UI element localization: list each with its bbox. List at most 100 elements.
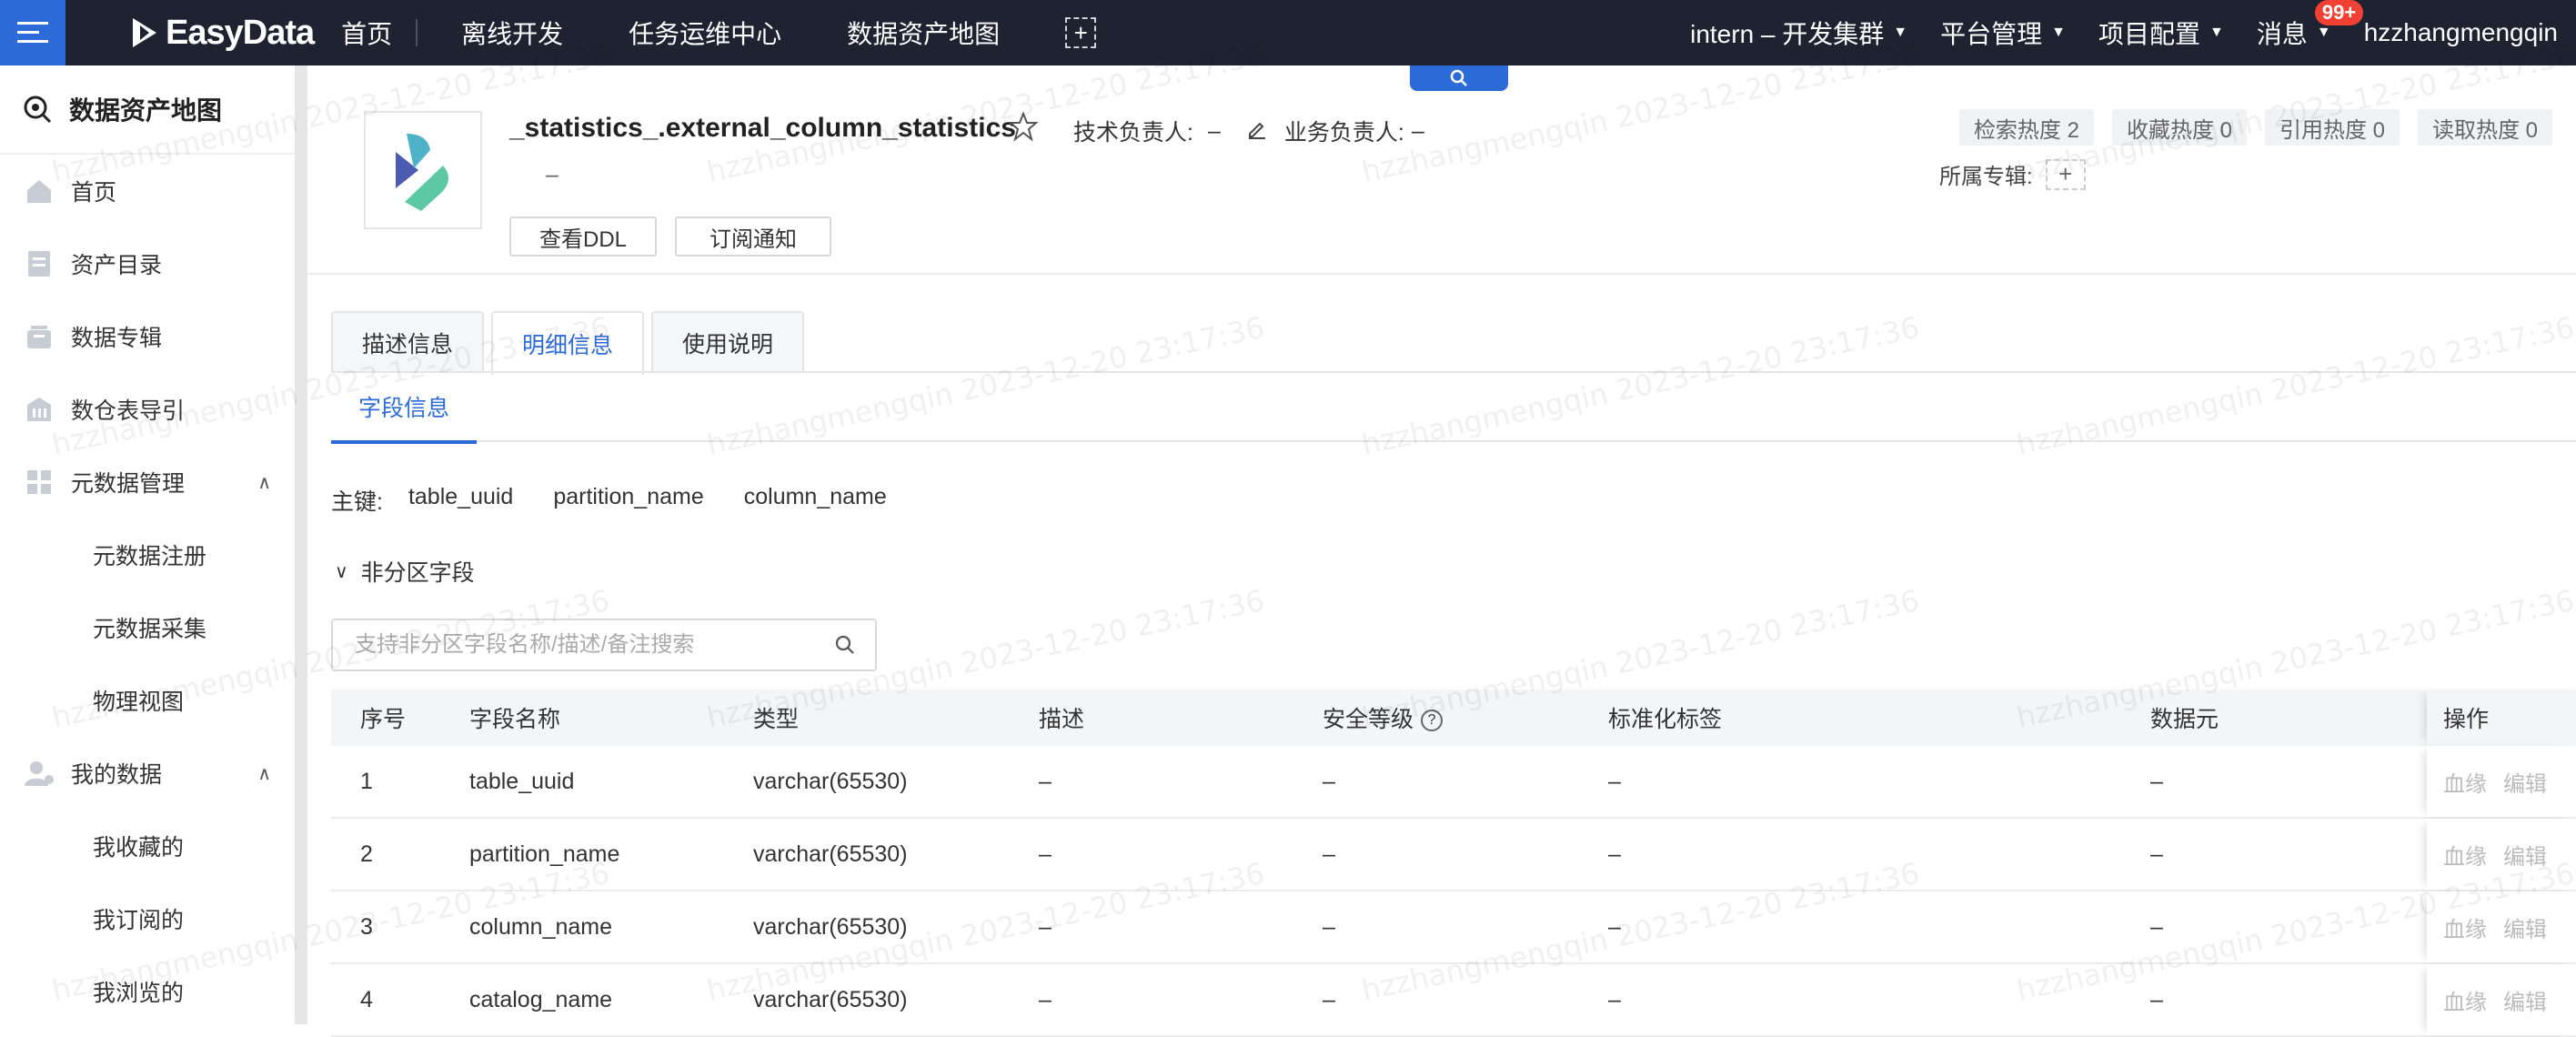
edit-icon[interactable] — [1246, 117, 1268, 146]
cell-data-element: – — [2150, 913, 2163, 940]
lineage-link[interactable]: 血缘 — [2443, 766, 2487, 798]
sidebar-item-warehouse[interactable]: 数仓表导引 — [0, 373, 295, 446]
main-content: _statistics_.external_column_statistics … — [307, 65, 2576, 1037]
cell-tags: – — [1608, 913, 1621, 940]
lineage-link[interactable]: 血缘 — [2443, 911, 2487, 943]
field-search-input[interactable] — [333, 620, 806, 670]
messages-badge: 99+ — [2314, 0, 2364, 25]
sidebar-item-label: 首页 — [71, 180, 117, 206]
column-header: 字段名称 — [469, 707, 561, 732]
table-name: _statistics_.external_column_statistics — [509, 113, 1016, 143]
sidebar-item-label: 资产目录 — [71, 253, 163, 278]
app-logo[interactable]: EasyData — [129, 13, 315, 53]
cell-type: varchar(65530) — [753, 986, 908, 1012]
cell-index: 4 — [360, 986, 373, 1012]
main-nav: 首页 离线开发 任务运维中心 数据资产地图 + — [341, 15, 1097, 51]
stat-reference-heat: 引用热度 0 — [2264, 109, 2400, 146]
top-navbar: EasyData 首页 离线开发 任务运维中心 数据资产地图 + intern … — [0, 0, 2576, 65]
sidebar-item-my-favorites[interactable]: 我收藏的 — [0, 810, 295, 882]
row-actions: 血缘 编辑 — [2427, 746, 2576, 817]
search-icon[interactable] — [833, 633, 857, 661]
edit-link[interactable]: 编辑 — [2503, 839, 2547, 871]
tech-owner-value: – — [1207, 117, 1221, 144]
add-album-button[interactable]: + — [2045, 158, 2086, 190]
menu-toggle-button[interactable] — [0, 0, 65, 65]
platform-label: 平台管理 — [1940, 20, 2043, 48]
album-icon — [24, 321, 55, 352]
nav-divider — [416, 19, 418, 46]
column-header: 类型 — [753, 707, 800, 732]
cell-field-name: catalog_name — [469, 986, 613, 1012]
sidebar-item-my-browsed[interactable]: 我浏览的 — [0, 955, 295, 1028]
warehouse-icon — [24, 394, 55, 425]
asset-map-icon — [24, 96, 52, 124]
messages-label: 消息 — [2256, 20, 2308, 48]
easydata-logo-icon — [133, 18, 156, 47]
section-title: 非分区字段 — [360, 560, 475, 586]
tab-details[interactable]: 明细信息 — [491, 311, 645, 375]
grid-icon — [24, 467, 55, 498]
help-icon[interactable]: ? — [1421, 710, 1444, 732]
lineage-link[interactable]: 血缘 — [2443, 984, 2487, 1016]
sidebar-item-my-subscriptions[interactable]: 我订阅的 — [0, 882, 295, 955]
tab-description[interactable]: 描述信息 — [331, 311, 485, 373]
cell-tags: – — [1608, 841, 1621, 867]
logo-text: EasyData — [166, 13, 315, 52]
cell-field-name: column_name — [469, 913, 613, 940]
chevron-up-icon: ∧ — [257, 763, 271, 784]
cluster-selector[interactable]: intern – 开发集群 ▼ — [1690, 15, 1907, 51]
cell-description: – — [1039, 986, 1052, 1012]
table-row: 2 partition_name varchar(65530) – – – – … — [331, 819, 2576, 891]
lineage-link[interactable]: 血缘 — [2443, 839, 2487, 871]
messages-menu[interactable]: 消息 ▼ 99+ — [2256, 0, 2364, 51]
primary-key-row: 主键: table_uuid partition_name column_nam… — [331, 484, 927, 517]
table-row: 4 catalog_name varchar(65530) – – – – 血缘… — [331, 964, 2576, 1037]
user-menu[interactable]: hzzhangmengqin — [2364, 18, 2558, 47]
sidebar-title: 数据资产地图 — [0, 65, 295, 155]
table-description: – — [546, 162, 558, 187]
catalog-icon — [24, 248, 55, 279]
cell-index: 1 — [360, 768, 373, 794]
edit-link[interactable]: 编辑 — [2503, 984, 2547, 1016]
sidebar-item-catalog[interactable]: 资产目录 — [0, 227, 295, 300]
nav-offline-dev[interactable]: 离线开发 — [461, 15, 563, 51]
subtab-field-info[interactable]: 字段信息 — [331, 373, 477, 444]
table-row: 3 column_name varchar(65530) – – – – 血缘编… — [331, 891, 2576, 964]
fields-table: 序号 字段名称 类型 描述 安全等级? 标准化标签 数据元 操作 1 table… — [331, 690, 2576, 1037]
column-header: 安全等级 — [1323, 707, 1414, 732]
tab-usage[interactable]: 使用说明 — [651, 311, 805, 373]
column-header: 标准化标签 — [1608, 707, 1723, 732]
top-right-menu: intern – 开发集群 ▼ 平台管理 ▼ 项目配置 ▼ 消息 ▼ 99+ hzzhan… — [1657, 0, 2576, 51]
nav-asset-map[interactable]: 数据资产地图 — [847, 15, 1000, 51]
sidebar-group-metadata[interactable]: 元数据管理 ∧ — [0, 446, 295, 518]
table-header: 序号 字段名称 类型 描述 安全等级? 标准化标签 数据元 操作 — [331, 690, 2576, 746]
sidebar-item-metadata-collect[interactable]: 元数据采集 — [0, 591, 295, 664]
caret-down-icon: ▼ — [2209, 25, 2224, 40]
nav-task-ops[interactable]: 任务运维中心 — [629, 15, 781, 51]
stat-search-heat: 检索热度 2 — [1958, 109, 2094, 146]
nav-home[interactable]: 首页 — [341, 15, 392, 51]
table-thumbnail — [364, 111, 482, 229]
sidebar-group-my-data[interactable]: 我的数据 ∧ — [0, 737, 295, 810]
owner-info: 技术负责人: – 业务负责人: – — [1073, 115, 1424, 147]
edit-link[interactable]: 编辑 — [2503, 766, 2547, 798]
stat-favorite-heat: 收藏热度 0 — [2111, 109, 2247, 146]
favorite-star-icon[interactable] — [1008, 111, 1039, 146]
table-logo-icon — [396, 134, 449, 211]
subscribe-button[interactable]: 订阅通知 — [675, 216, 831, 257]
project-menu[interactable]: 项目配置 ▼ — [2098, 15, 2224, 51]
platform-menu[interactable]: 平台管理 ▼ — [1940, 15, 2066, 51]
view-ddl-button[interactable]: 查看DDL — [509, 216, 657, 257]
sidebar-item-metadata-register[interactable]: 元数据注册 — [0, 518, 295, 591]
sidebar-item-physical-view[interactable]: 物理视图 — [0, 664, 295, 737]
edit-link[interactable]: 编辑 — [2503, 911, 2547, 943]
sidebar-item-album[interactable]: 数据专辑 — [0, 300, 295, 373]
non-partition-section-toggle[interactable]: ∨ 非分区字段 — [335, 555, 475, 588]
sidebar-item-home[interactable]: 首页 — [0, 155, 295, 227]
cell-tags: – — [1608, 768, 1621, 794]
caret-down-icon: ▼ — [2316, 25, 2331, 40]
plus-dashed-icon[interactable]: + — [1065, 17, 1097, 48]
biz-owner-value: – — [1411, 117, 1424, 144]
cell-type: varchar(65530) — [753, 768, 908, 794]
primary-key-field: column_name — [743, 484, 887, 509]
